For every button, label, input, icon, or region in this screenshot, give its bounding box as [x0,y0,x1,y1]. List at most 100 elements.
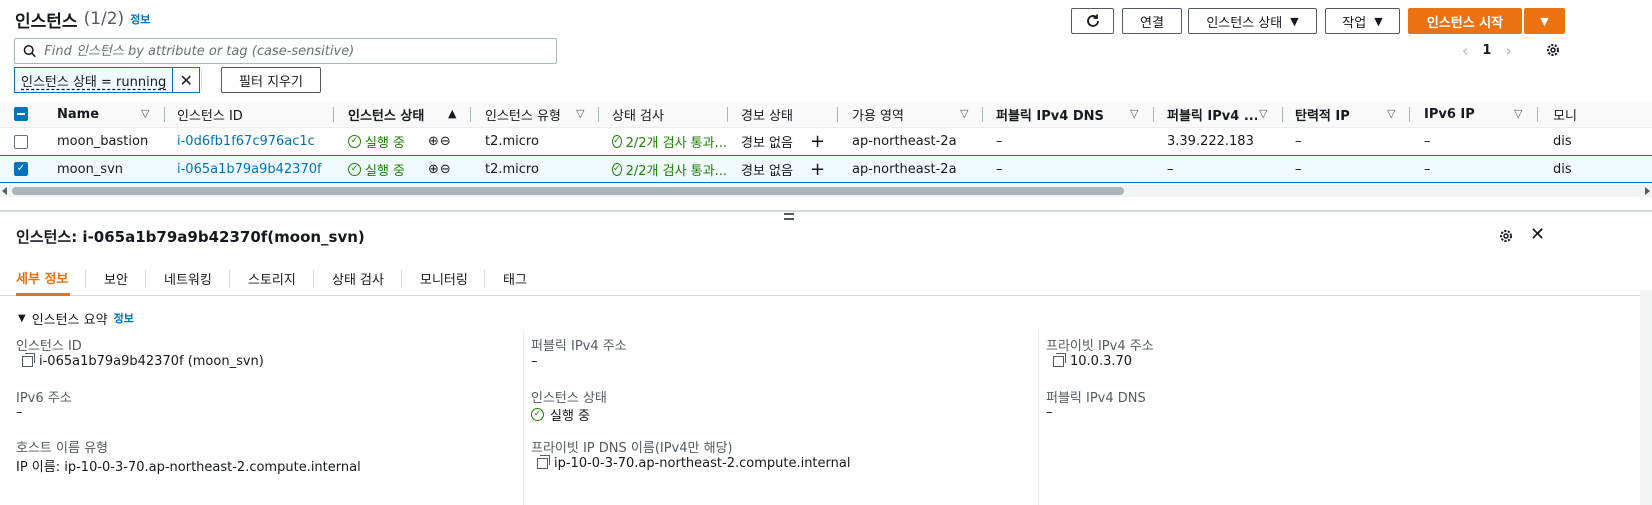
page-number[interactable]: 1 [1482,43,1491,58]
cell-instance-id-link[interactable]: i-0d6fb1f67c976ac1c [177,128,315,155]
details-tabs: 세부 정보 보안 네트워킹 스토리지 상태 검사 모니터링 태그 [0,261,1652,296]
details-close-icon[interactable]: ✕ [1530,224,1545,245]
vertical-scrollbar-track[interactable] [1640,290,1652,505]
cell-public-dns: – [996,162,1003,177]
sort-caret-icon[interactable]: ▽ [1130,107,1138,120]
instance-state-label: 인스턴스 상태 [531,391,607,406]
row-checkbox[interactable] [14,135,28,149]
column-header-public-dns[interactable]: 퍼블릭 IPv4 DNS [996,101,1121,128]
remove-filter-close-icon[interactable]: ✕ [173,68,199,92]
column-header-availability-zone[interactable]: 가용 영역 [852,101,952,128]
column-divider[interactable] [598,107,599,122]
cell-monitoring: dis [1553,134,1572,149]
check-circle-icon: ✓ [348,163,361,176]
sort-caret-icon[interactable]: ▽ [576,107,584,120]
launch-dropdown-button[interactable]: ▼ [1524,8,1565,34]
column-divider[interactable] [727,107,728,122]
instance-state-button[interactable]: 인스턴스 상태 ▼ [1188,8,1317,34]
column-divider[interactable] [164,107,165,122]
section-title: 인스턴스 요약 [31,312,108,328]
tab-status-checks[interactable]: 상태 검사 [332,261,384,296]
tab-details[interactable]: 세부 정보 [16,261,71,296]
column-header-instance-type[interactable]: 인스턴스 유형 [485,101,575,128]
tab-networking[interactable]: 네트워킹 [164,261,212,296]
column-divider[interactable] [1409,107,1410,122]
column-divider[interactable] [837,107,838,122]
zoom-out-icon[interactable]: ⊖ [440,162,451,177]
zoom-in-icon[interactable]: ⊕ [428,162,439,177]
filter-divider [201,70,202,90]
column-divider[interactable] [470,107,471,122]
scroll-left-arrow-icon[interactable] [2,187,7,195]
zoom-in-icon[interactable]: ⊕ [428,134,439,149]
next-page-icon[interactable]: › [1505,41,1511,60]
sort-caret-icon[interactable]: ▽ [1387,107,1395,120]
column-divider[interactable] [1282,107,1283,122]
column-header-instance-state[interactable]: 인스턴스 상태 [348,101,444,128]
column-divider[interactable] [333,107,334,122]
select-all-checkbox[interactable] [14,107,28,121]
column-divider[interactable] [982,107,983,122]
column-header-elastic-ip[interactable]: 탄력적 IP [1295,101,1375,128]
tab-separator [401,270,402,288]
add-alarm-plus-icon[interactable]: + [810,128,825,155]
search-box[interactable] [14,38,557,64]
add-alarm-plus-icon[interactable]: + [810,156,825,183]
sort-caret-icon[interactable]: ▽ [1259,107,1267,120]
column-header-monitoring[interactable]: 모니 [1553,101,1583,128]
resize-handle-icon[interactable] [784,213,794,220]
panel-splitter[interactable] [0,210,1652,212]
sort-caret-icon[interactable]: ▽ [1514,107,1522,120]
cell-instance-type: t2.micro [485,162,539,177]
clear-filters-button[interactable]: 필터 지우기 [221,67,321,93]
sort-caret-icon[interactable]: ▽ [960,107,968,120]
cell-name: moon_svn [57,162,124,177]
section-header[interactable]: ▼ 인스턴스 요약 정보 [18,309,134,328]
scroll-right-arrow-icon[interactable] [1645,187,1650,195]
column-divider[interactable] [1153,107,1154,122]
collapse-caret-icon[interactable]: ▼ [18,313,26,324]
check-circle-icon: ✓ [612,135,622,148]
launch-instance-button[interactable]: 인스턴스 시작 [1408,8,1522,34]
prev-page-icon[interactable]: ‹ [1462,41,1468,60]
horizontal-scrollbar-thumb[interactable] [12,187,1124,195]
filter-token-label[interactable]: 인스턴스 상태 = running [15,68,174,92]
preferences-gear-icon[interactable] [1545,42,1561,58]
search-input[interactable] [44,43,556,59]
table-row[interactable]: moon_bastion i-0d6fb1f67c976ac1c ✓ 실행 중 … [0,128,1652,156]
cell-name: moon_bastion [57,134,149,149]
column-header-alarm-status[interactable]: 경보 상태 [741,101,821,128]
details-settings-gear-icon[interactable] [1498,228,1514,244]
tab-monitoring[interactable]: 모니터링 [420,261,468,296]
column-divider[interactable] [1537,107,1538,122]
tab-separator [85,270,86,288]
column-header-instance-id[interactable]: 인스턴스 ID [177,101,317,128]
tab-security[interactable]: 보안 [104,261,128,296]
horizontal-scrollbar-track[interactable] [0,185,1652,197]
table-row-selected[interactable]: ✓ moon_svn i-065a1b79a9b42370f ✓ 실행 중 ⊕ ⊖… [0,155,1652,183]
sort-caret-icon[interactable]: ▽ [141,107,149,120]
tab-separator [145,270,146,288]
section-info-link[interactable]: 정보 [114,310,134,326]
copy-icon[interactable] [537,455,550,469]
column-header-status-check[interactable]: 상태 검사 [612,101,712,128]
tab-tags[interactable]: 태그 [503,261,527,296]
refresh-button[interactable] [1071,8,1114,34]
zoom-out-icon[interactable]: ⊖ [440,134,451,149]
row-checkbox-checked[interactable]: ✓ [14,162,28,176]
check-circle-icon: ✓ [612,163,622,176]
sort-ascending-icon[interactable]: ▲ [448,107,456,120]
connect-button[interactable]: 연결 [1122,8,1182,34]
copy-icon[interactable] [1053,353,1066,367]
column-header-name[interactable]: Name [57,101,137,128]
cell-instance-id-link[interactable]: i-065a1b79a9b42370f [177,156,322,183]
info-link[interactable]: 정보 [130,11,150,27]
cell-instance-state: ✓ 실행 중 [348,156,405,183]
actions-button[interactable]: 작업 ▼ [1325,8,1400,34]
tab-storage[interactable]: 스토리지 [248,261,296,296]
public-ipv4-value: – [531,354,538,369]
column-header-public-ip[interactable]: 퍼블릭 IPv4 ... [1167,101,1257,128]
copy-icon[interactable] [22,353,35,367]
column-header-ipv6[interactable]: IPv6 IP [1424,101,1504,128]
filter-token: 인스턴스 상태 = running ✕ [14,67,201,93]
